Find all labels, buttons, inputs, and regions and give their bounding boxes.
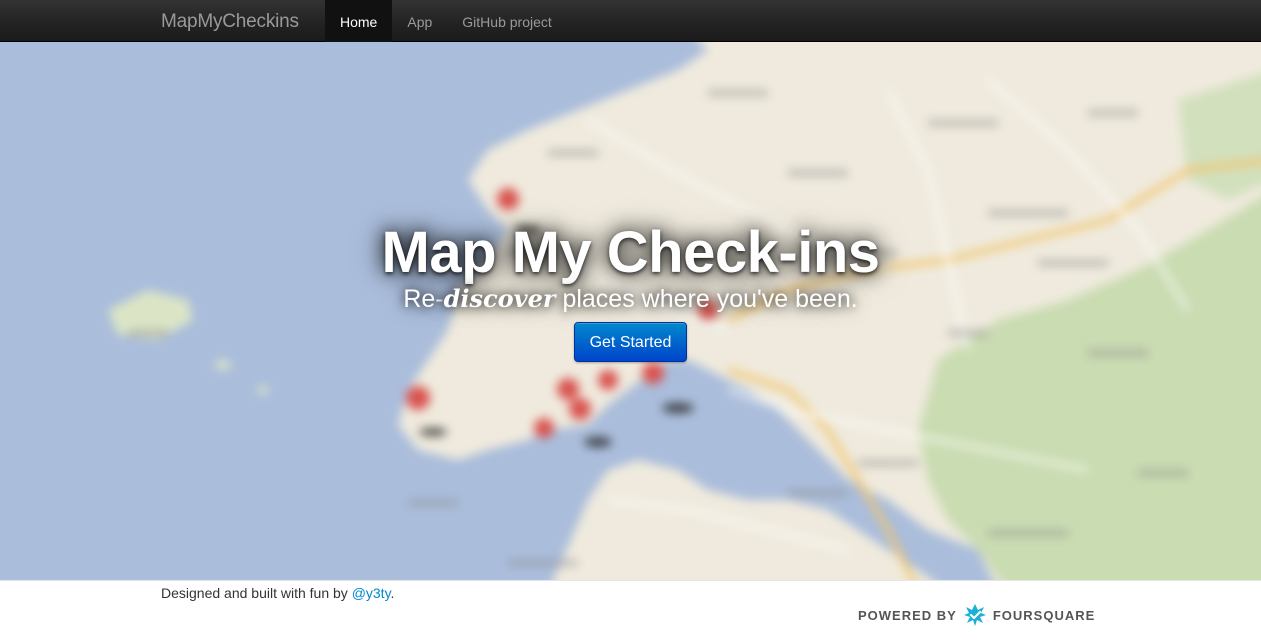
nav-item-home[interactable]: Home <box>325 0 393 42</box>
credit-prefix: Designed and built with fun by <box>161 585 352 601</box>
subtitle-suffix: places where you've been. <box>555 285 858 313</box>
footer-credit: Designed and built with fun by @y3ty. <box>161 585 394 601</box>
hero-title: Map My Check-ins <box>381 220 881 285</box>
subtitle-emphasis: discover <box>443 284 556 313</box>
brand-link[interactable]: MapMyCheckins <box>161 0 299 42</box>
footer: Designed and built with fun by @y3ty. PO… <box>0 580 1261 640</box>
hero-content: Map My Check-ins Re-discover places wher… <box>0 220 1261 362</box>
nav-item-github[interactable]: GitHub project <box>447 0 566 42</box>
powered-by-label: POWERED BY <box>858 607 957 623</box>
subtitle-prefix: Re- <box>403 285 444 313</box>
get-started-button[interactable]: Get Started <box>573 322 688 362</box>
powered-by-foursquare[interactable]: POWERED BY FOURSQUARE <box>858 603 1095 627</box>
author-link[interactable]: @y3ty <box>352 585 391 601</box>
foursquare-logo-icon <box>963 603 987 627</box>
nav-item-app[interactable]: App <box>392 0 447 42</box>
navbar: MapMyCheckins Home App GitHub project <box>0 0 1261 42</box>
hero-subtitle: Re-discover places where you've been. <box>0 284 1261 314</box>
hero-section: Map My Check-ins Re-discover places wher… <box>0 42 1261 580</box>
credit-suffix: . <box>390 585 395 601</box>
foursquare-label: FOURSQUARE <box>992 607 1096 623</box>
nav-menu: Home App GitHub project <box>325 0 567 42</box>
